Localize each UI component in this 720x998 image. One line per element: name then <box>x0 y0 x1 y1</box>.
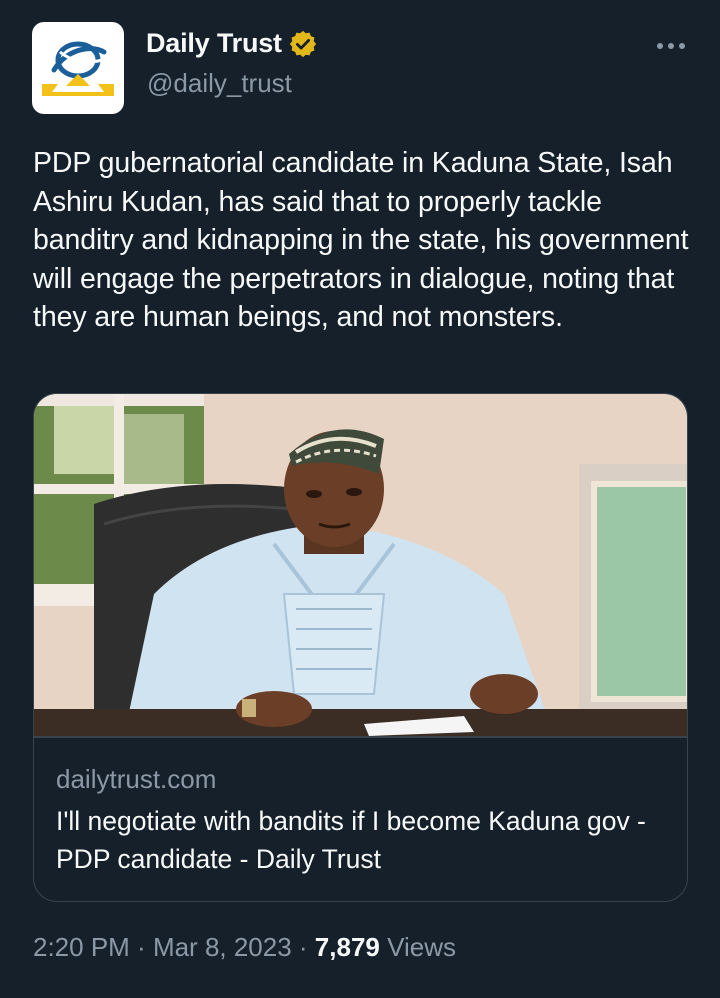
tweet-date[interactable]: Mar 8, 2023 <box>153 932 292 962</box>
tweet[interactable]: Daily Trust @daily_trust PDP gubernatori… <box>0 0 720 998</box>
tweet-meta: 2:20 PM · Mar 8, 2023 · 7,879 Views <box>33 932 456 963</box>
daily-trust-logo-icon <box>42 41 114 96</box>
views-count[interactable]: 7,879 <box>315 932 380 962</box>
verified-badge-icon <box>289 30 316 57</box>
tweet-time[interactable]: 2:20 PM <box>33 932 130 962</box>
card-image[interactable] <box>34 394 687 736</box>
card-divider <box>34 736 687 738</box>
meta-separator: · <box>129 932 153 962</box>
card-title[interactable]: I'll negotiate with bandits if I become … <box>56 802 666 878</box>
more-horizontal-icon <box>679 43 685 49</box>
author-handle[interactable]: @daily_trust <box>147 68 292 99</box>
more-horizontal-icon <box>657 43 663 49</box>
author-display-name[interactable]: Daily Trust <box>146 28 318 59</box>
card-domain: dailytrust.com <box>56 764 217 794</box>
tweet-text: PDP gubernatorial candidate in Kaduna St… <box>33 147 689 333</box>
more-horizontal-icon <box>668 43 674 49</box>
meta-separator: · <box>291 932 315 962</box>
author-name-text[interactable]: Daily Trust <box>146 28 282 59</box>
link-card[interactable]: dailytrust.com I'll negotiate with bandi… <box>33 393 688 902</box>
views-label[interactable]: Views <box>380 932 456 962</box>
avatar[interactable] <box>32 22 124 114</box>
more-options-button[interactable] <box>651 32 691 60</box>
